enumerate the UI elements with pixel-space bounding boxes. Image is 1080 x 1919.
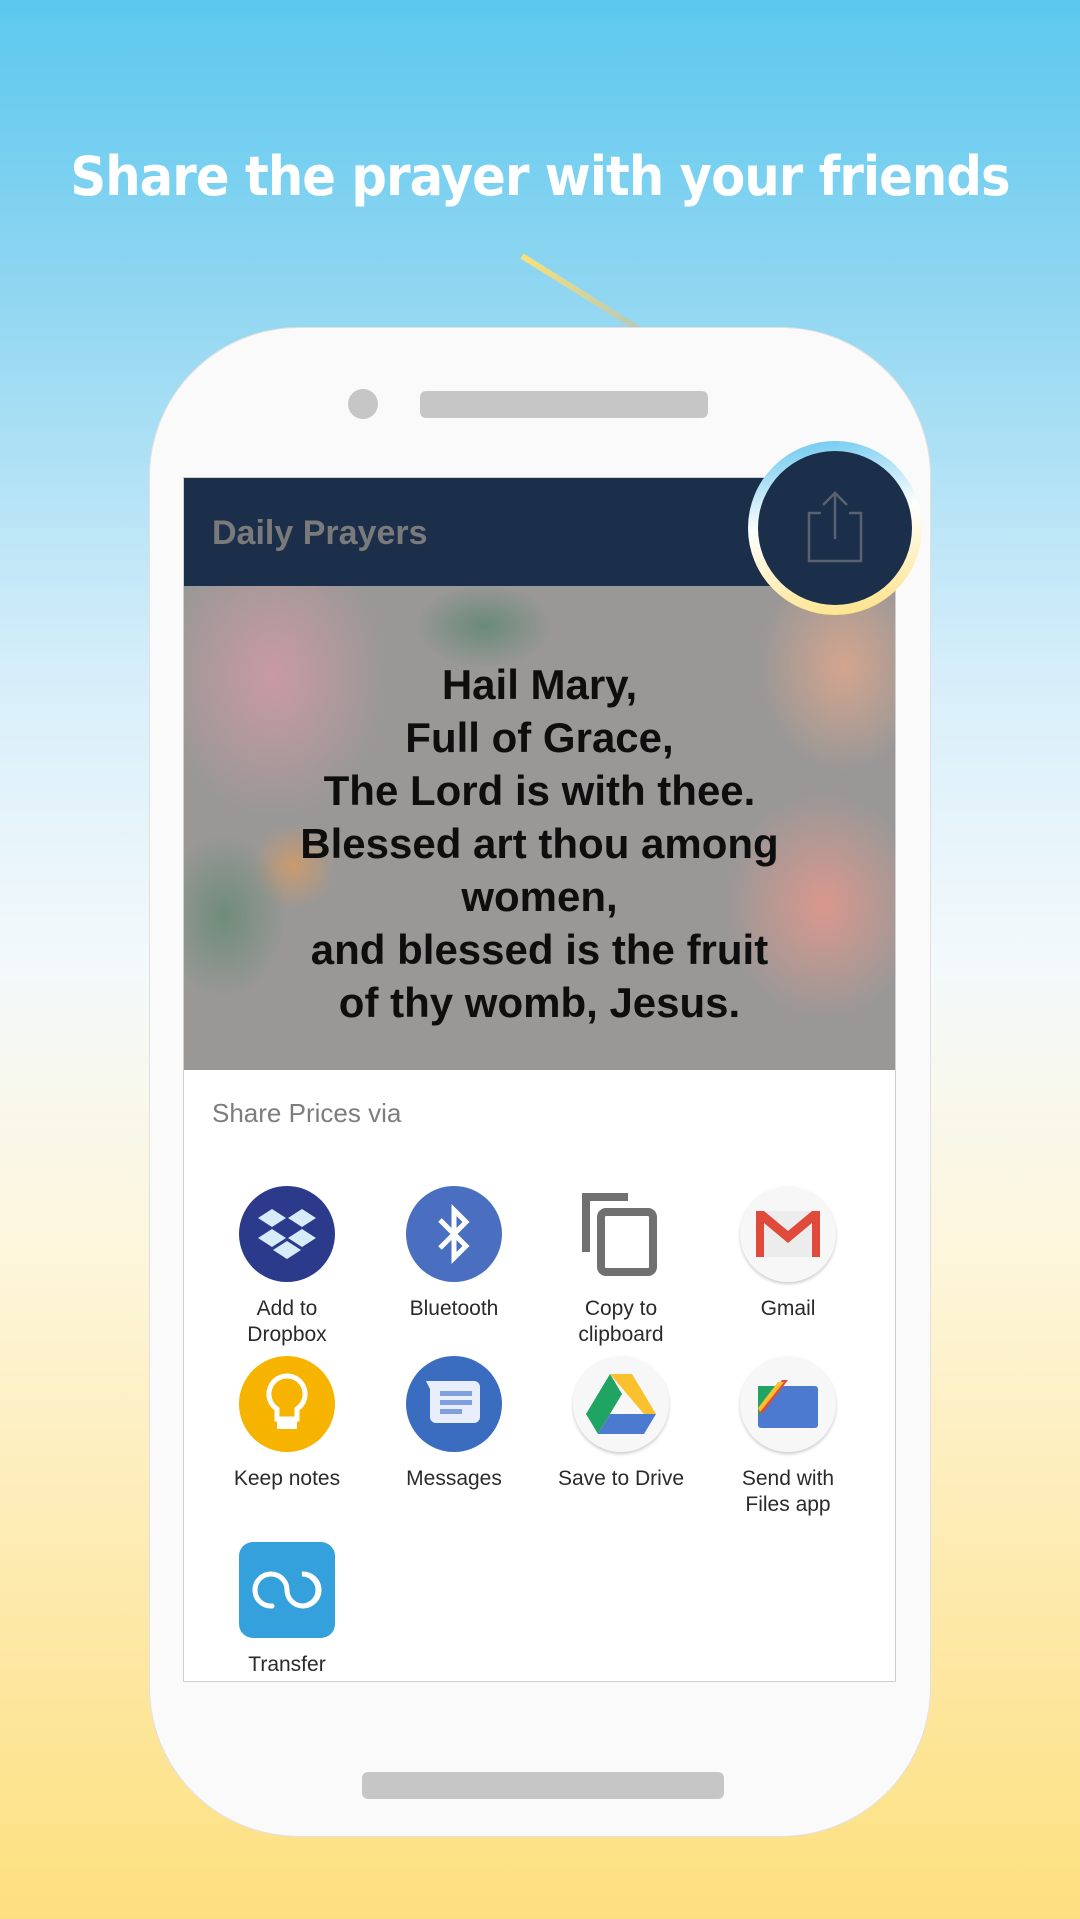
prayer-line: women, [461,873,618,920]
prayer-line: Blessed art thou among [300,820,779,867]
share-target-keep[interactable]: Keep notes [203,1356,371,1492]
keep-icon [239,1356,335,1452]
target-label: Transfer [248,1653,326,1676]
share-target-transfer[interactable]: Transfer data-free [203,1542,371,1681]
app-title: Daily Prayers [212,514,428,552]
share-target-clipboard[interactable]: Copy to clipboard [537,1186,705,1348]
prayer-line: Hail Mary, [441,661,638,708]
messages-icon [406,1356,502,1452]
prayer-line: and blessed is the fruit [310,926,769,973]
target-label: Send with [741,1467,835,1490]
prayer-line: Full of Grace, [405,714,674,761]
share-target-dropbox[interactable]: Add to Dropbox [203,1186,371,1348]
target-label: Save to Drive [557,1467,685,1490]
prayer-line: of thy womb, Jesus. [338,979,741,1026]
share-button[interactable] [748,441,922,615]
bluetooth-icon [406,1186,502,1282]
prayer-text: Hail Mary, Full of Grace, The Lord is wi… [184,658,895,1029]
target-label: Copy to [584,1297,658,1320]
share-icon [807,491,863,563]
phone-screen: Daily Prayers Hail Mary, Full of Grace, … [183,477,896,1682]
target-label: clipboard [578,1323,664,1346]
dropbox-icon [239,1186,335,1282]
target-label: Bluetooth [409,1297,499,1320]
prayer-card: Hail Mary, Full of Grace, The Lord is wi… [184,586,895,1070]
gmail-icon [740,1186,836,1282]
target-label: Messages [406,1467,502,1490]
headline: Share the prayer with your friends [70,145,1010,208]
share-target-bluetooth[interactable]: Bluetooth [370,1186,538,1322]
target-label: Files app [745,1493,831,1516]
target-label: Keep notes [233,1467,341,1490]
target-label: data-free [203,1678,371,1681]
share-sheet-title: Share Prices via [212,1098,402,1128]
drive-icon [573,1356,669,1452]
target-label: Dropbox [247,1323,327,1346]
target-label: Add to [256,1297,318,1320]
camera-dot [348,389,378,419]
share-target-files[interactable]: Send with Files app [704,1356,872,1518]
transfer-icon [239,1542,335,1638]
prayer-line: The Lord is with thee. [323,767,756,814]
share-target-messages[interactable]: Messages [370,1356,538,1492]
share-target-drive[interactable]: Save to Drive [537,1356,705,1492]
home-bar [362,1772,724,1799]
speaker-grille [420,391,708,418]
share-target-gmail[interactable]: Gmail [704,1186,872,1322]
copy-icon [573,1186,669,1282]
target-label: Gmail [760,1297,816,1320]
files-icon [740,1356,836,1452]
